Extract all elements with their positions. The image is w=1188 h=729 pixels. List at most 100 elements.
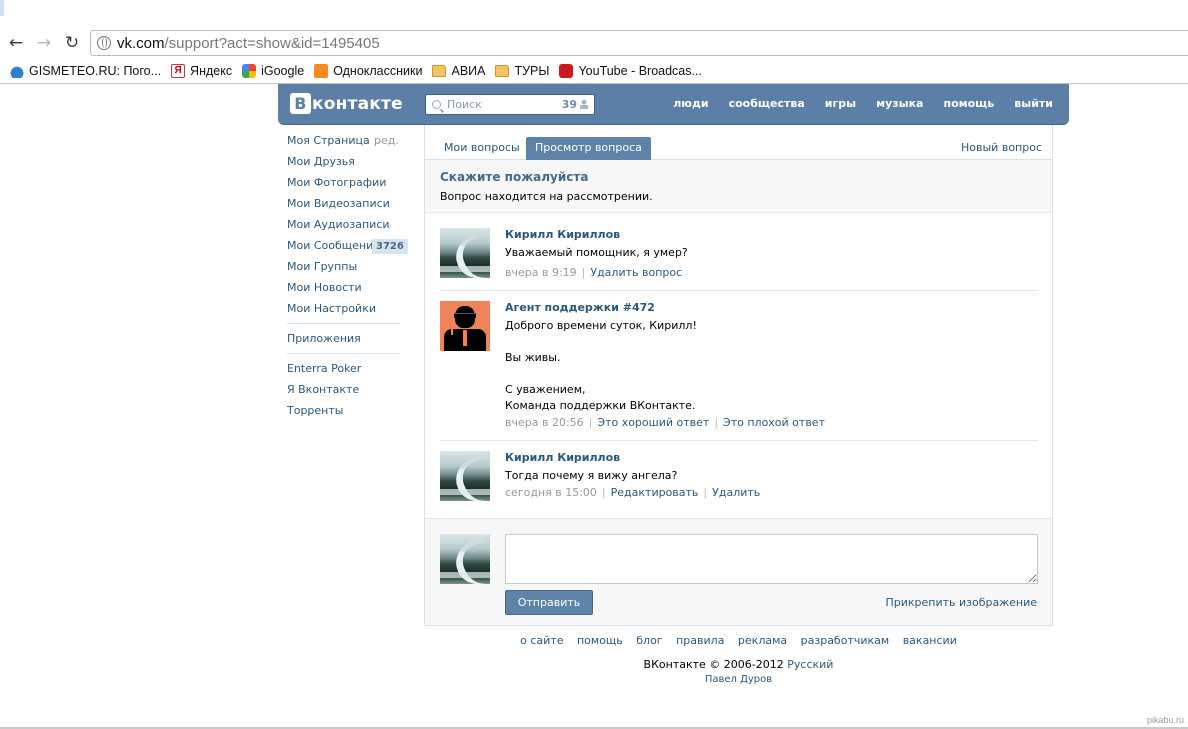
footer-link-rules[interactable]: правила (676, 634, 724, 647)
language-link[interactable]: Русский (787, 658, 833, 671)
sidebar-item-torrents[interactable]: Торренты (287, 400, 407, 421)
youtube-icon (559, 64, 574, 78)
good-answer-link[interactable]: Это хороший ответ (597, 416, 709, 429)
message-author[interactable]: Кирилл Кириллов (505, 451, 620, 464)
browser-chrome: ← → ↻ vk.com/support?act=show&id=1495405… (0, 0, 1188, 84)
site-header: Вконтакте Поиск 39 люди сообщества игры … (278, 84, 1069, 125)
back-arrow-icon[interactable]: ← (5, 32, 27, 54)
footer-links: о сайте помощь блог правила реклама разр… (424, 634, 1053, 647)
bookmark-folder-avia[interactable]: АВИА (432, 64, 485, 78)
copyright-text: ВКонтакте © 2006-2012 (643, 658, 784, 671)
message-time: сегодня в 15:00 (505, 486, 597, 499)
edit-link[interactable]: Редактировать (611, 486, 699, 499)
reply-textarea[interactable] (505, 534, 1038, 584)
person-icon (580, 100, 588, 109)
online-friends-count: 39 (561, 98, 577, 111)
attach-image-link[interactable]: Прикрепить изображение (885, 596, 1037, 609)
forward-arrow-icon[interactable]: → (33, 32, 55, 54)
bookmark-youtube[interactable]: YouTube - Broadcas... (559, 64, 702, 78)
delete-question-link[interactable]: Удалить вопрос (590, 266, 682, 279)
message-meta: вчера в 20:56 | Это хороший ответ | Это плох… (505, 416, 825, 429)
menu-communities[interactable]: сообщества (729, 97, 805, 110)
menu-games[interactable]: игры (825, 97, 856, 110)
bookmark-igoogle[interactable]: iGoogle (242, 64, 304, 78)
footer-link-blog[interactable]: блог (636, 634, 662, 647)
message-item: Кирилл Кириллов Уважаемый помощник, я ум… (440, 228, 1038, 288)
left-sidebar: Моя Страница ред. Мои Друзья Мои Фотограф… (287, 130, 408, 421)
message-time: вчера в 20:56 (505, 416, 584, 429)
sidebar-item-groups[interactable]: Мои Группы (287, 256, 407, 277)
menu-music[interactable]: музыка (876, 97, 923, 110)
sidebar-item-photos[interactable]: Мои Фотографии (287, 172, 407, 193)
menu-help[interactable]: помощь (943, 97, 994, 110)
sidebar-item-settings[interactable]: Мои Настройки (287, 298, 407, 319)
yandex-icon: Я (171, 64, 186, 78)
send-button[interactable]: Отправить (505, 590, 593, 615)
water-drop-icon (10, 64, 24, 78)
sidebar-item-enterra-poker[interactable]: Enterra Poker (287, 358, 407, 379)
folder-icon (432, 65, 447, 77)
vk-logo[interactable]: Вконтакте (290, 93, 403, 114)
sidebar-divider (287, 323, 400, 324)
reply-area: Отправить Прикрепить изображение (425, 518, 1052, 625)
message-divider (440, 290, 1038, 291)
question-header: Скажите пожалуйста Вопрос находится на р… (425, 160, 1052, 213)
bad-answer-link[interactable]: Это плохой ответ (723, 416, 825, 429)
message-author[interactable]: Агент поддержки #472 (505, 301, 655, 314)
footer-link-developers[interactable]: разработчикам (801, 634, 890, 647)
odnoklassniki-icon (314, 64, 329, 78)
avatar[interactable] (440, 228, 490, 278)
sidebar-item-messages[interactable]: Мои Сообщения 3726 (287, 235, 408, 256)
message-time: вчера в 9:19 (505, 266, 577, 279)
menu-people[interactable]: люди (673, 97, 708, 110)
sidebar-item-news[interactable]: Мои Новости (287, 277, 407, 298)
footer-link-jobs[interactable]: вакансии (903, 634, 957, 647)
globe-icon (97, 36, 111, 50)
address-bar[interactable]: vk.com/support?act=show&id=1495405 (90, 30, 1188, 56)
footer-link-help[interactable]: помощь (577, 634, 623, 647)
tab-view-question[interactable]: Просмотр вопроса (526, 137, 651, 160)
menu-logout[interactable]: выйти (1014, 97, 1053, 110)
bookmark-odnoklassniki[interactable]: Одноклассники (314, 64, 422, 78)
sidebar-item-videos[interactable]: Мои Видеозаписи (287, 193, 407, 214)
footer-author[interactable]: Павел Дуров (424, 674, 1053, 685)
tab-bar: Мои вопросы Просмотр вопроса Новый вопро… (425, 125, 1052, 160)
footer-copyright: ВКонтакте © 2006-2012 Русский (424, 658, 1053, 671)
support-question-panel: Мои вопросы Просмотр вопроса Новый вопро… (424, 125, 1053, 626)
edit-link[interactable]: ред. (374, 130, 399, 151)
reload-icon[interactable]: ↻ (61, 32, 83, 54)
sidebar-item-audio[interactable]: Мои Аудиозаписи (287, 214, 407, 235)
sidebar-item-my-page[interactable]: Моя Страница ред. (287, 130, 407, 151)
message-author[interactable]: Кирилл Кириллов (505, 228, 620, 241)
folder-icon (495, 65, 510, 77)
message-text: Уважаемый помощник, я умер? (505, 246, 688, 259)
question-title: Скажите пожалуйста (440, 170, 589, 184)
message-divider (440, 440, 1038, 441)
window-title-strip (0, 0, 1188, 26)
avatar[interactable] (440, 451, 490, 501)
watermark: pikabu.ru (1146, 715, 1184, 725)
bookmark-yandex[interactable]: Я Яндекс (171, 64, 232, 78)
sidebar-item-ya-vkontakte[interactable]: Я Вконтакте (287, 379, 407, 400)
search-placeholder: Поиск (447, 98, 482, 111)
sidebar-item-friends[interactable]: Мои Друзья (287, 151, 407, 172)
delete-link[interactable]: Удалить (712, 486, 760, 499)
google-icon (242, 64, 257, 78)
bookmark-gismeteo[interactable]: GISMETEO.RU: Пого... (10, 64, 161, 78)
messages-count-badge: 3726 (372, 239, 408, 254)
tab-my-questions[interactable]: Мои вопросы (435, 137, 529, 160)
message-meta: вчера в 9:19 | Удалить вопрос (505, 266, 683, 279)
avatar[interactable] (440, 301, 490, 351)
avatar (440, 534, 490, 584)
bookmark-folder-tury[interactable]: ТУРЫ (495, 64, 549, 78)
new-question-link[interactable]: Новый вопрос (961, 137, 1042, 160)
footer-link-ads[interactable]: реклама (738, 634, 787, 647)
message-meta: сегодня в 15:00 | Редактировать | Удалить (505, 486, 761, 499)
message-text: Доброго времени суток, Кирилл! Вы живы. … (505, 319, 697, 412)
search-input[interactable]: Поиск 39 (425, 94, 595, 115)
sidebar-item-apps[interactable]: Приложения (287, 328, 407, 349)
message-text: Тогда почему я вижу ангела? (505, 469, 678, 482)
message-item: Агент поддержки #472 Доброго времени сут… (440, 301, 1038, 431)
message-item: Кирилл Кириллов Тогда почему я вижу анге… (440, 451, 1038, 511)
footer-link-about[interactable]: о сайте (520, 634, 563, 647)
